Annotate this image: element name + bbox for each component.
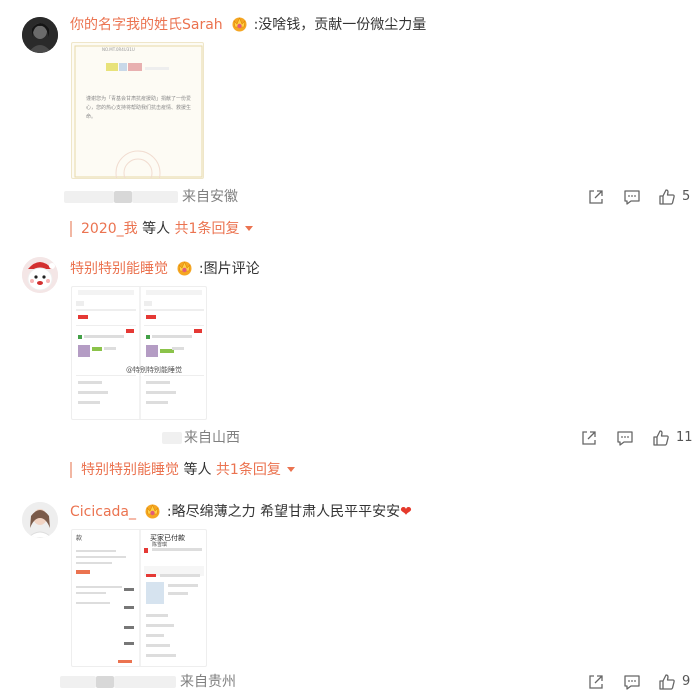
comment-line: 你的名字我的姓氏Sarah :没啥钱，贡献一份微尘力量 — [70, 15, 426, 35]
blurred-time — [132, 191, 178, 203]
comment-1: 你的名字我的姓氏Sarah :没啥钱，贡献一份微尘力量 NO.MT.0R4U31… — [0, 12, 700, 252]
comment-image[interactable]: 款 买家已付款 陈雪琪 — [71, 529, 207, 667]
comment-text: :略尽绵薄之力 希望甘肃人民平平安安 — [166, 504, 401, 520]
share-icon[interactable] — [580, 429, 598, 447]
like-count: 9 — [682, 674, 691, 689]
reply-middle: 等人 — [179, 462, 216, 478]
comment-3: Cicicada_ :略尽绵薄之力 希望甘肃人民平平安安❤ 款 买家已付款 陈雪… — [0, 498, 700, 700]
comment-text: :没啥钱，贡献一份微尘力量 — [253, 17, 427, 33]
like-icon[interactable] — [652, 429, 670, 447]
avatar[interactable] — [22, 502, 58, 538]
member-badge-icon — [231, 15, 248, 32]
member-badge-icon — [144, 502, 161, 519]
blurred-time — [64, 191, 114, 203]
reply-divider — [70, 462, 72, 478]
comment-meta: 来自安徽 5 — [0, 187, 700, 207]
comment-line: 特别特别能睡觉 :图片评论 — [70, 259, 260, 279]
reply-divider — [70, 221, 72, 237]
comment-text: :图片评论 — [198, 261, 260, 277]
reply-middle: 等人 — [137, 221, 175, 237]
blurred-time — [114, 191, 132, 203]
caret-down-icon[interactable] — [286, 467, 295, 472]
reply-count[interactable]: 共1条回复 — [216, 462, 281, 478]
blurred-time — [162, 432, 182, 444]
image-watermark: @特别特别能睡觉 — [126, 366, 182, 374]
reply-user[interactable]: 特别特别能睡觉 — [81, 462, 179, 478]
certificate-code: NO.MT.0R4U31U — [102, 47, 135, 52]
certificate-body: 谨谢您为「青基会甘肃抗疫援助」捐献了一份爱心，您的热心支持将帮助我们抗击疫情、救… — [86, 96, 192, 120]
comment-icon[interactable] — [623, 188, 641, 206]
username[interactable]: Cicicada_ — [70, 504, 136, 520]
like-count: 11 — [676, 430, 693, 445]
image-left-header: 款 — [76, 535, 83, 542]
like-icon[interactable] — [658, 673, 676, 691]
location-text: 来自贵州 — [180, 674, 236, 690]
blurred-time — [114, 676, 176, 688]
like-icon[interactable] — [658, 188, 676, 206]
caret-down-icon[interactable] — [245, 226, 254, 231]
share-icon[interactable] — [587, 673, 605, 691]
comment-meta: 来自贵州 9 — [0, 672, 700, 692]
heart-emoji: ❤ — [400, 504, 412, 520]
share-icon[interactable] — [587, 188, 605, 206]
image-seller: 陈雪琪 — [152, 542, 168, 548]
avatar[interactable] — [22, 17, 58, 53]
blurred-time — [60, 676, 96, 688]
reply-count[interactable]: 共1条回复 — [175, 221, 240, 237]
comment-2: 特别特别能睡觉 :图片评论 @特别特别能睡觉 来自山西 11 特别特别能睡觉 等… — [0, 254, 700, 486]
location-text: 来自山西 — [184, 430, 240, 446]
like-count: 5 — [682, 189, 691, 204]
comment-image[interactable]: @特别特别能睡觉 — [71, 286, 207, 420]
avatar[interactable] — [22, 257, 58, 293]
member-badge-icon — [176, 259, 193, 276]
comment-icon[interactable] — [623, 673, 641, 691]
location-text: 来自安徽 — [182, 189, 238, 205]
comment-image[interactable]: NO.MT.0R4U31U 谨谢您为「青基会甘肃抗疫援助」捐献了一份爱心，您的热… — [71, 42, 204, 179]
username[interactable]: 特别特别能睡觉 — [70, 261, 168, 277]
blurred-time — [96, 676, 114, 688]
reply-user[interactable]: 2020_我 — [81, 221, 138, 237]
username[interactable]: 你的名字我的姓氏Sarah — [70, 17, 223, 33]
comment-meta: 来自山西 11 — [0, 428, 700, 448]
comment-icon[interactable] — [616, 429, 634, 447]
comment-line: Cicicada_ :略尽绵薄之力 希望甘肃人民平平安安❤ — [70, 502, 412, 522]
